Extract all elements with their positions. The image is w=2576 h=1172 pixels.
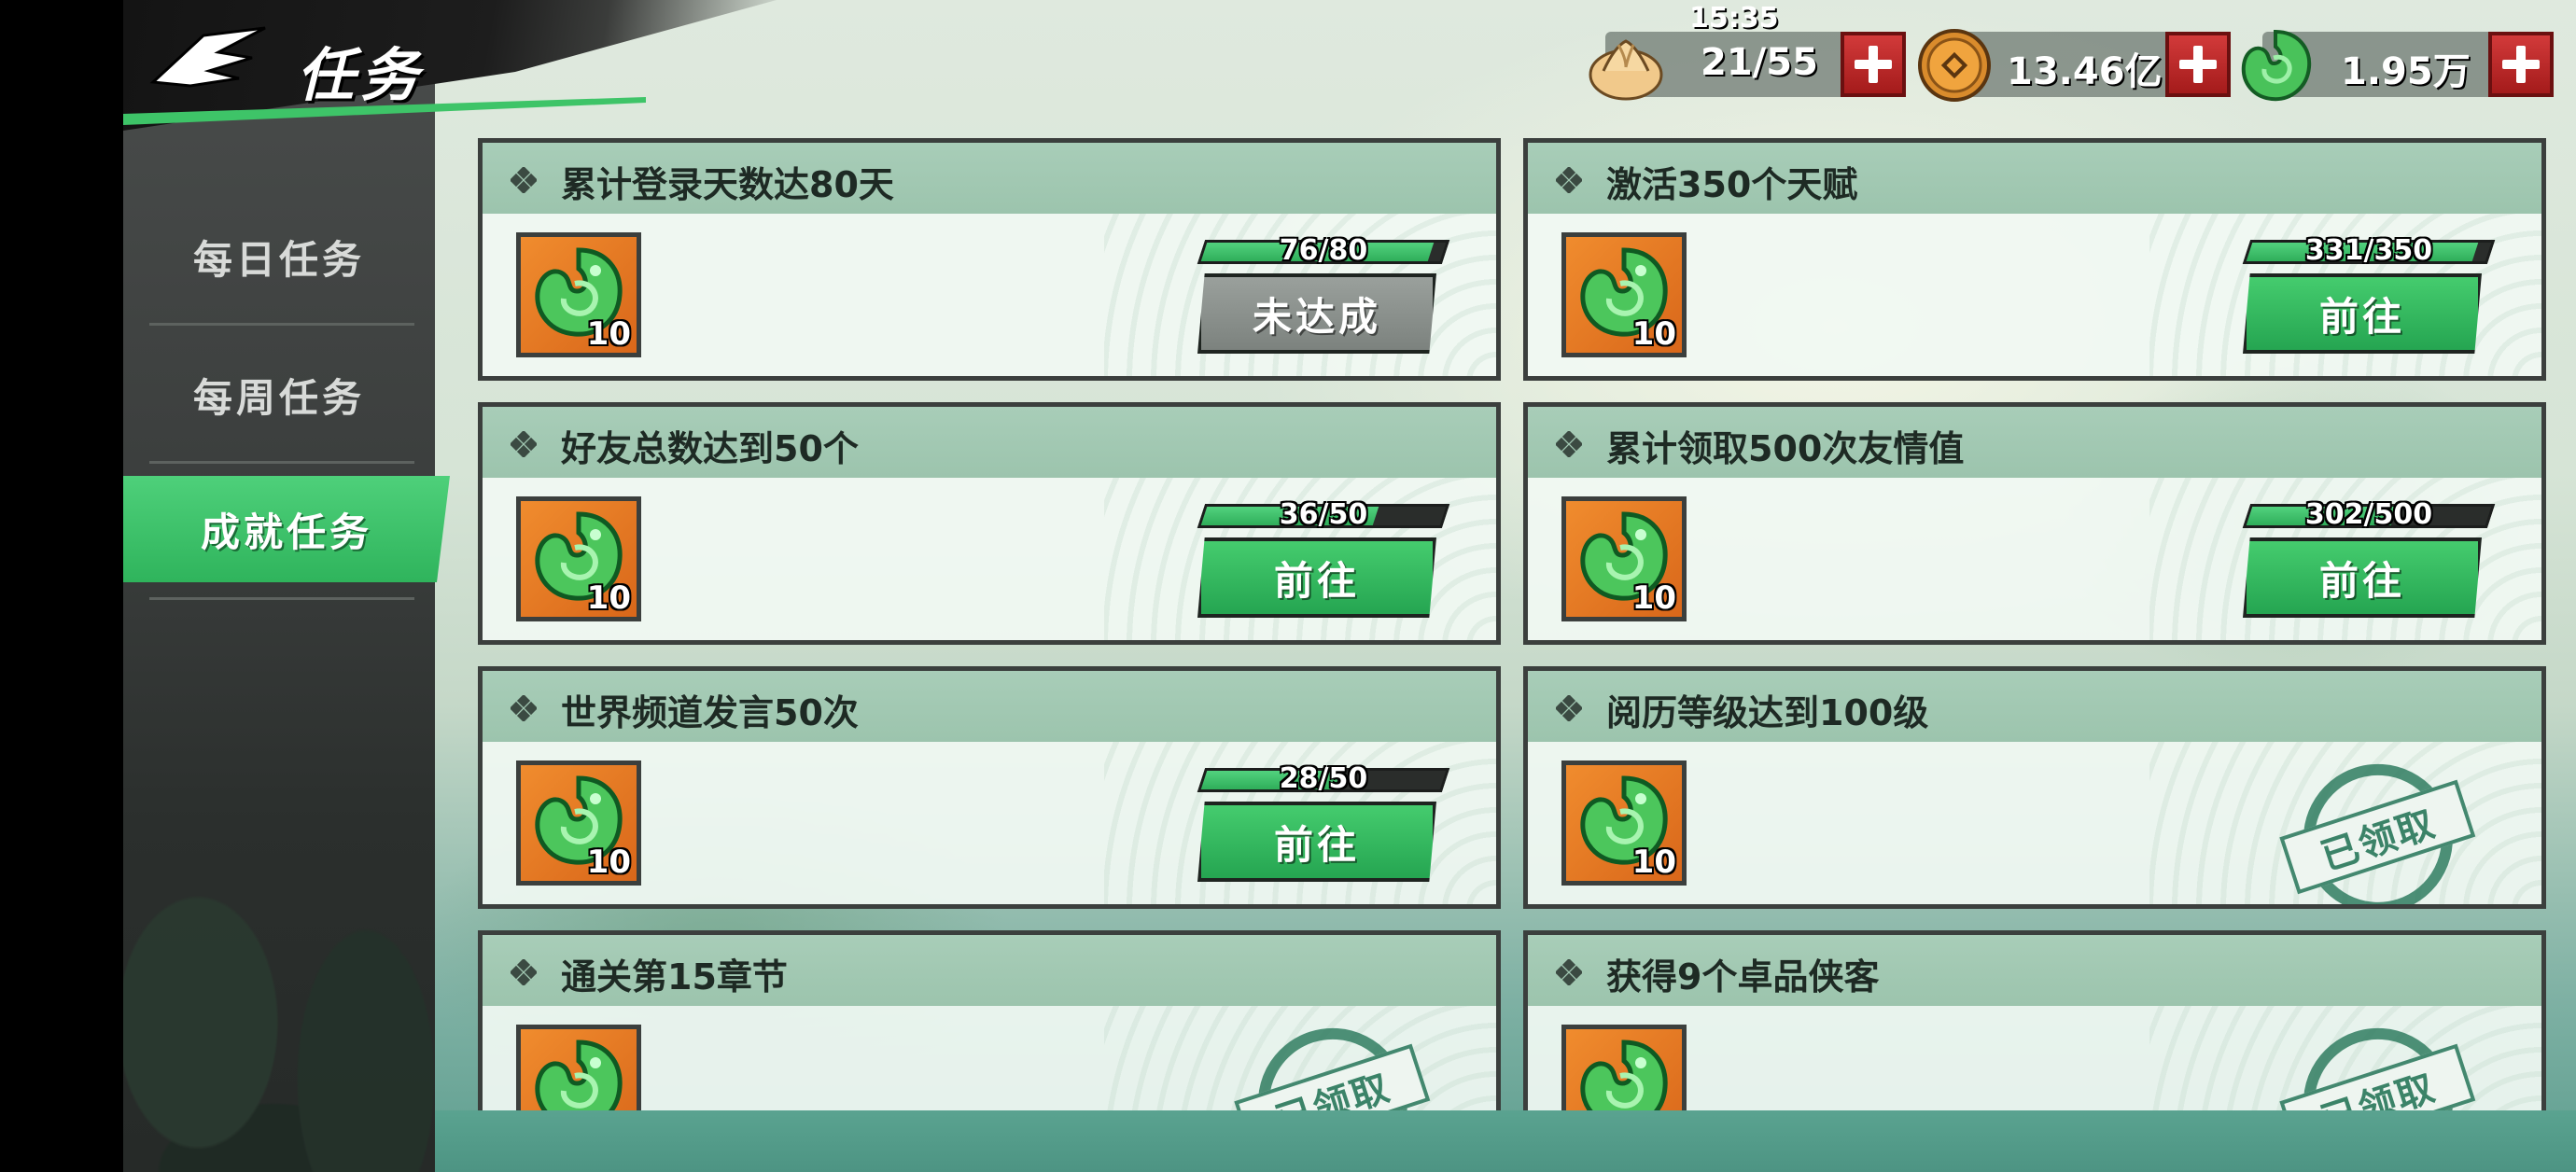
plus-icon (2179, 46, 2217, 83)
task-title: 阅历等级达到100级 (1606, 692, 1929, 733)
game-screen: 任务 每日任务 每周任务 成就任务 15:35 21/55 13.46亿 1.9 (0, 0, 2576, 1172)
button-label: 前往 (2318, 557, 2405, 604)
reward-quantity: 10 (586, 579, 631, 617)
task-card: 累计登录天数达80天 10 76/80 未达成 (478, 138, 1501, 381)
task-list[interactable]: 累计登录天数达80天 10 76/80 未达成 激活350个天赋 10 331/… (435, 131, 2576, 1110)
diamond-bullet-icon (1554, 957, 1584, 987)
task-card: 好友总数达到50个 10 36/50 前往 (478, 402, 1501, 645)
go-button[interactable]: 前往 (2243, 273, 2482, 354)
task-title: 激活350个天赋 (1606, 164, 1858, 205)
task-card: 激活350个天赋 10 331/350 前往 (1523, 138, 2546, 381)
diamond-bullet-icon (1554, 429, 1584, 459)
diamond-bullet-icon (509, 429, 539, 459)
reward-quantity: 10 (1631, 844, 1676, 881)
tab-label: 每周任务 (192, 374, 365, 421)
button-label: 前往 (1273, 557, 1360, 604)
progress-text: 302/500 (2304, 498, 2433, 531)
reward-item[interactable]: 10 (516, 232, 641, 357)
go-button[interactable]: 前往 (2243, 537, 2482, 618)
reward-quantity: 10 (586, 844, 631, 881)
task-title: 累计领取500次友情值 (1606, 428, 1965, 469)
add-stamina-button[interactable] (1841, 32, 1906, 97)
reward-item[interactable]: 10 (516, 760, 641, 886)
plus-icon (1855, 46, 1892, 83)
page-title: 任务 (297, 41, 425, 109)
sidebar-panel (123, 0, 435, 1172)
jade-value: 1.95万 (2341, 50, 2471, 93)
reward-quantity: 10 (587, 1108, 631, 1110)
diamond-bullet-icon (1554, 693, 1584, 723)
incomplete-button[interactable]: 未达成 (1197, 273, 1436, 354)
stamina-value: 21/55 (1701, 41, 1818, 84)
task-title: 世界频道发言50次 (561, 692, 859, 733)
task-card: 世界频道发言50次 10 28/50 前往 (478, 666, 1501, 909)
task-title: 好友总数达到50个 (561, 428, 859, 469)
reward-item[interactable]: 10 (1561, 1025, 1687, 1110)
add-jade-button[interactable] (2488, 32, 2554, 97)
diamond-bullet-icon (509, 957, 539, 987)
tab-label: 成就任务 (200, 509, 372, 555)
plus-icon (2502, 46, 2540, 83)
task-card: 阅历等级达到100级 10 已领取 (1523, 666, 2546, 909)
diamond-bullet-icon (1554, 165, 1584, 195)
bun-stamina-icon (1587, 26, 1665, 105)
tab-achievement-tasks[interactable]: 成就任务 (123, 476, 450, 582)
progress-text: 331/350 (2304, 234, 2433, 267)
button-label: 未达成 (1252, 293, 1381, 340)
task-card: 累计领取500次友情值 10 302/500 前往 (1523, 402, 2546, 645)
tab-label: 每日任务 (192, 236, 365, 283)
button-label: 前往 (2318, 293, 2405, 340)
add-coin-button[interactable] (2165, 32, 2231, 97)
diamond-bullet-icon (509, 693, 539, 723)
go-button[interactable]: 前往 (1197, 537, 1436, 618)
reward-item[interactable]: 10 (1561, 232, 1687, 357)
button-label: 前往 (1273, 821, 1360, 868)
go-button[interactable]: 前往 (1197, 802, 1436, 882)
reward-item[interactable]: 10 (516, 496, 641, 621)
progress-text: 76/80 (1279, 234, 1368, 267)
tab-weekly-tasks[interactable]: 每周任务 (123, 334, 435, 455)
back-arrow-icon[interactable] (149, 24, 271, 99)
reward-item[interactable]: 10 (1561, 760, 1687, 886)
reward-quantity: 10 (1631, 315, 1676, 353)
task-title: 获得9个卓品侠客 (1606, 956, 1880, 998)
bottom-water-art (435, 1110, 2576, 1172)
task-card: 通关第15章节 10 已领取 (478, 930, 1501, 1110)
clock: 15:35 (1689, 2, 1779, 35)
reward-quantity: 10 (586, 315, 631, 353)
tab-daily-tasks[interactable]: 每日任务 (123, 196, 435, 317)
reward-quantity: 10 (1632, 1108, 1676, 1110)
tab-divider (149, 597, 414, 600)
jade-icon (2236, 26, 2315, 105)
sidebar-mountain-art (123, 687, 435, 1172)
reward-item[interactable]: 10 (1561, 496, 1687, 621)
progress-text: 36/50 (1279, 498, 1368, 531)
tab-divider (149, 461, 414, 464)
progress-text: 28/50 (1279, 762, 1368, 795)
reward-quantity: 10 (1631, 579, 1676, 617)
copper-coin-icon (1915, 26, 1994, 105)
tab-divider (149, 323, 414, 326)
diamond-bullet-icon (509, 165, 539, 195)
task-card: 获得9个卓品侠客 10 已领取 (1523, 930, 2546, 1110)
task-title: 通关第15章节 (561, 956, 788, 998)
coin-value: 13.46亿 (2007, 50, 2163, 93)
task-title: 累计登录天数达80天 (561, 164, 894, 205)
reward-item[interactable]: 10 (516, 1025, 641, 1110)
